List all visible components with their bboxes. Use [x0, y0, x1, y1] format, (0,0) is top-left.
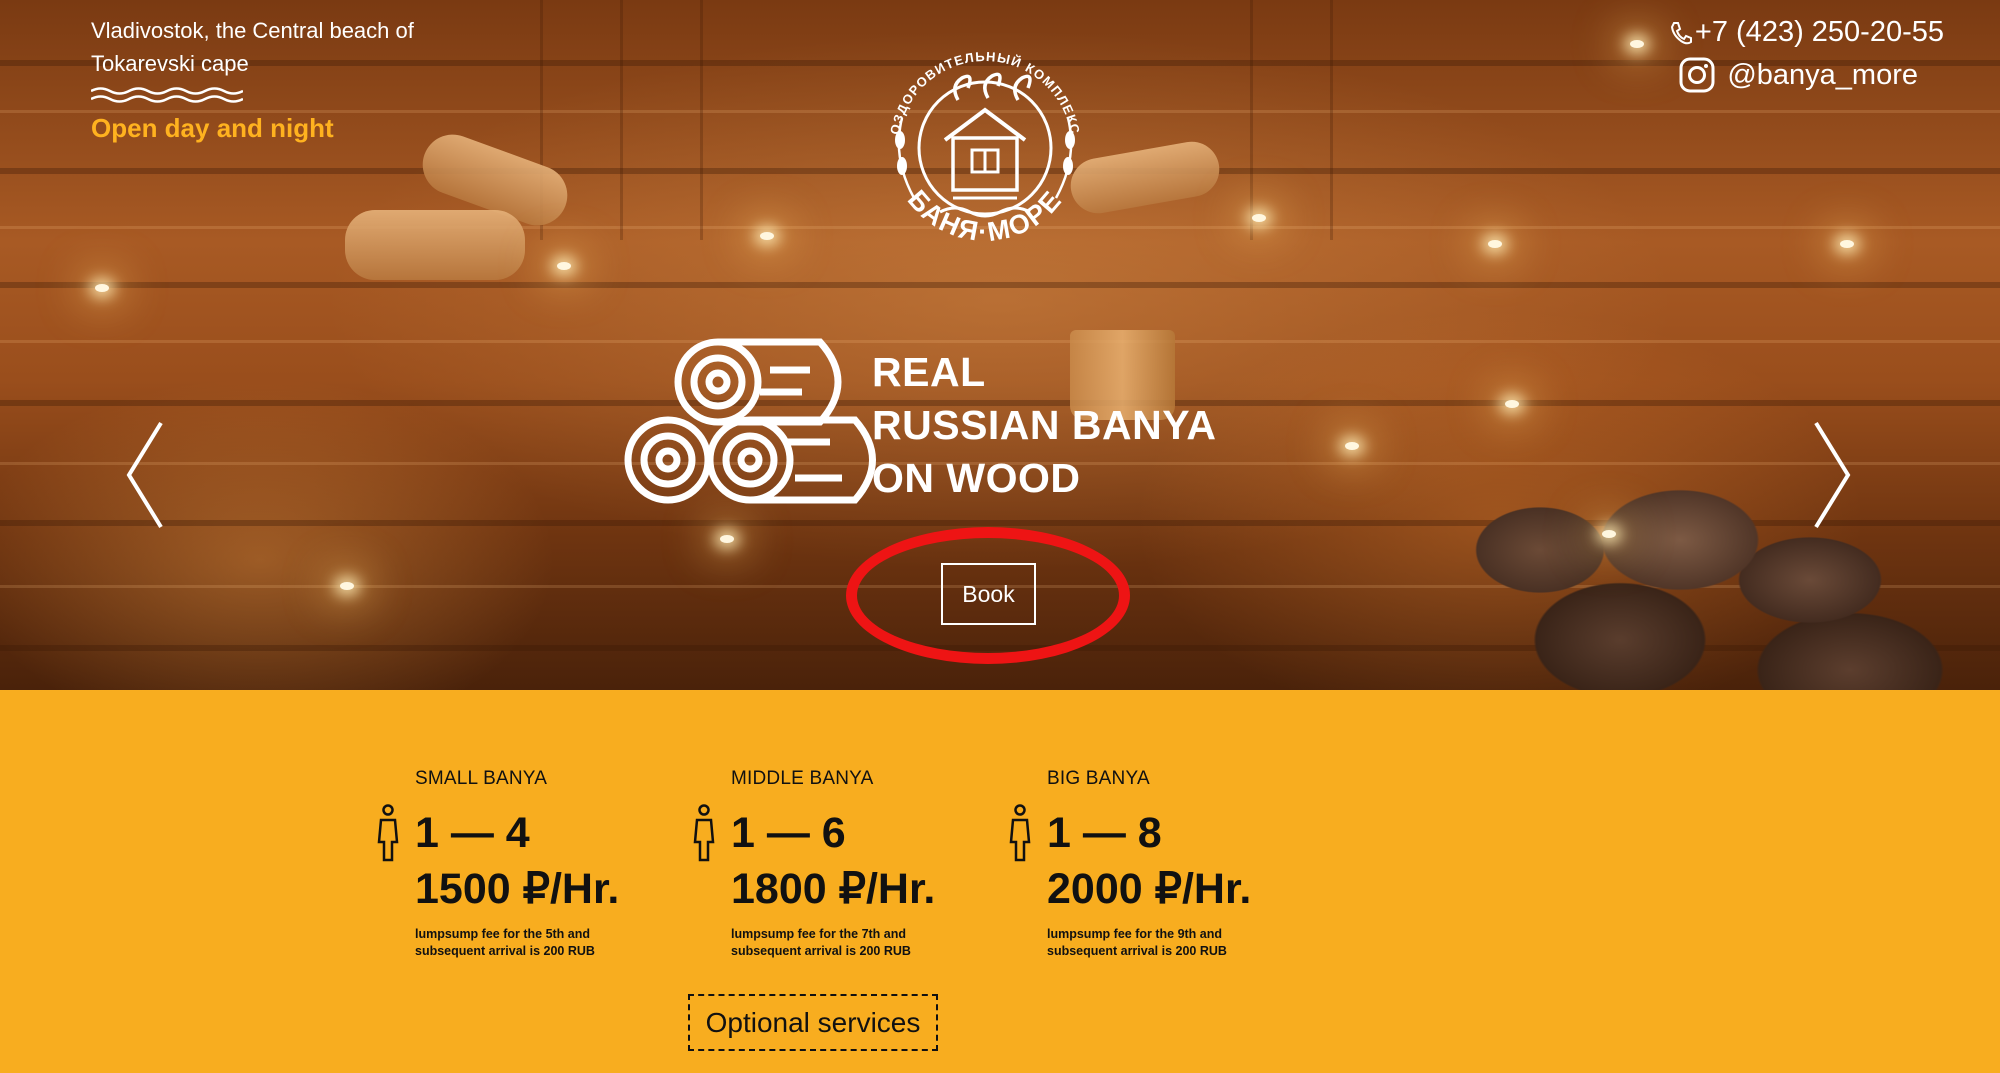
pricing-section: SMALL BANYA 1 — 4 1500 ₽/Hr. lumpsump fe…: [0, 690, 2000, 1073]
card-title: BIG BANYA: [1047, 768, 1150, 789]
hero-tagline: REAL RUSSIAN BANYA ON WOOD: [620, 330, 1240, 530]
chevron-left-icon[interactable]: [125, 420, 165, 530]
sauna-stones: [1380, 430, 2000, 690]
tagline-line-2: RUSSIAN BANYA: [872, 402, 1217, 448]
card-note: lumpsump fee for the 7th and subsequent …: [731, 927, 911, 958]
card-note: lumpsump fee for the 5th and subsequent …: [415, 927, 595, 958]
pricing-card-big: BIG BANYA 1 — 8 2000 ₽/Hr. lumpsump fee …: [1007, 768, 1307, 960]
wood-plank: [620, 0, 623, 240]
person-icon: [693, 804, 715, 862]
lamp-light: [1488, 240, 1502, 248]
lamp-light: [1630, 40, 1644, 48]
card-note: lumpsump fee for the 9th and subsequent …: [1047, 927, 1227, 958]
instagram-handle: @banya_more: [1727, 58, 1918, 91]
card-capacity: 1 — 6: [731, 808, 846, 857]
book-button[interactable]: Book: [941, 563, 1036, 625]
card-title: SMALL BANYA: [415, 768, 548, 789]
lamp-light: [1345, 442, 1359, 450]
lamp-light: [1252, 214, 1266, 222]
hero-section: Vladivostok, the Central beach of Tokare…: [0, 0, 2000, 690]
address-text: Vladivostok, the Central beach of Tokare…: [91, 18, 414, 76]
card-price: 1500 ₽/Hr.: [415, 865, 620, 913]
lamp-light: [720, 535, 734, 543]
lamp-light: [340, 582, 354, 590]
chevron-right-icon[interactable]: [1812, 420, 1852, 530]
card-capacity: 1 — 8: [1047, 808, 1162, 857]
card-price: 2000 ₽/Hr.: [1047, 865, 1252, 913]
person-icon: [377, 804, 399, 862]
card-capacity: 1 — 4: [415, 808, 530, 857]
contacts-block: +7 (423) 250-20-55 @banya_more: [1669, 16, 1944, 93]
tagline-line-1: REAL: [872, 349, 986, 395]
lamp-light: [760, 232, 774, 240]
wood-plank: [700, 0, 703, 240]
card-title: MIDDLE BANYA: [731, 768, 874, 789]
lamp-light: [1602, 530, 1616, 538]
towel: [345, 210, 525, 280]
optional-services-button[interactable]: Optional services: [688, 994, 938, 1051]
wood-plank: [1330, 0, 1333, 240]
wood-plank: [1250, 0, 1253, 240]
wood-plank: [0, 282, 2000, 288]
opening-hours: Open day and night: [91, 113, 334, 143]
card-price: 1800 ₽/Hr.: [731, 865, 936, 913]
lamp-light: [557, 262, 571, 270]
instagram-link[interactable]: @banya_more: [1669, 57, 1944, 93]
lamp-light: [95, 284, 109, 292]
tagline-line-3: ON WOOD: [872, 455, 1081, 501]
location-block: Vladivostok, the Central beach of Tokare…: [90, 14, 451, 144]
lamp-light: [1505, 400, 1519, 408]
phone-number: +7 (423) 250-20-55: [1694, 16, 1944, 48]
banya-more-logo[interactable]: ОЗДОРОВИТЕЛЬНЫЙ КОМПЛЕКС БАНЯ·МОРЕ: [870, 28, 1100, 268]
waves-icon: [90, 87, 244, 103]
instagram-icon: [1679, 57, 1715, 93]
pricing-card-small: SMALL BANYA 1 — 4 1500 ₽/Hr. lumpsump fe…: [375, 768, 675, 960]
person-icon: [1009, 804, 1031, 862]
phone-link[interactable]: +7 (423) 250-20-55: [1669, 16, 1944, 49]
phone-icon: [1670, 21, 1692, 44]
lamp-light: [1840, 240, 1854, 248]
firewood-logs-icon: [624, 338, 876, 504]
pricing-card-middle: MIDDLE BANYA 1 — 6 1800 ₽/Hr. lumpsump f…: [691, 768, 991, 960]
